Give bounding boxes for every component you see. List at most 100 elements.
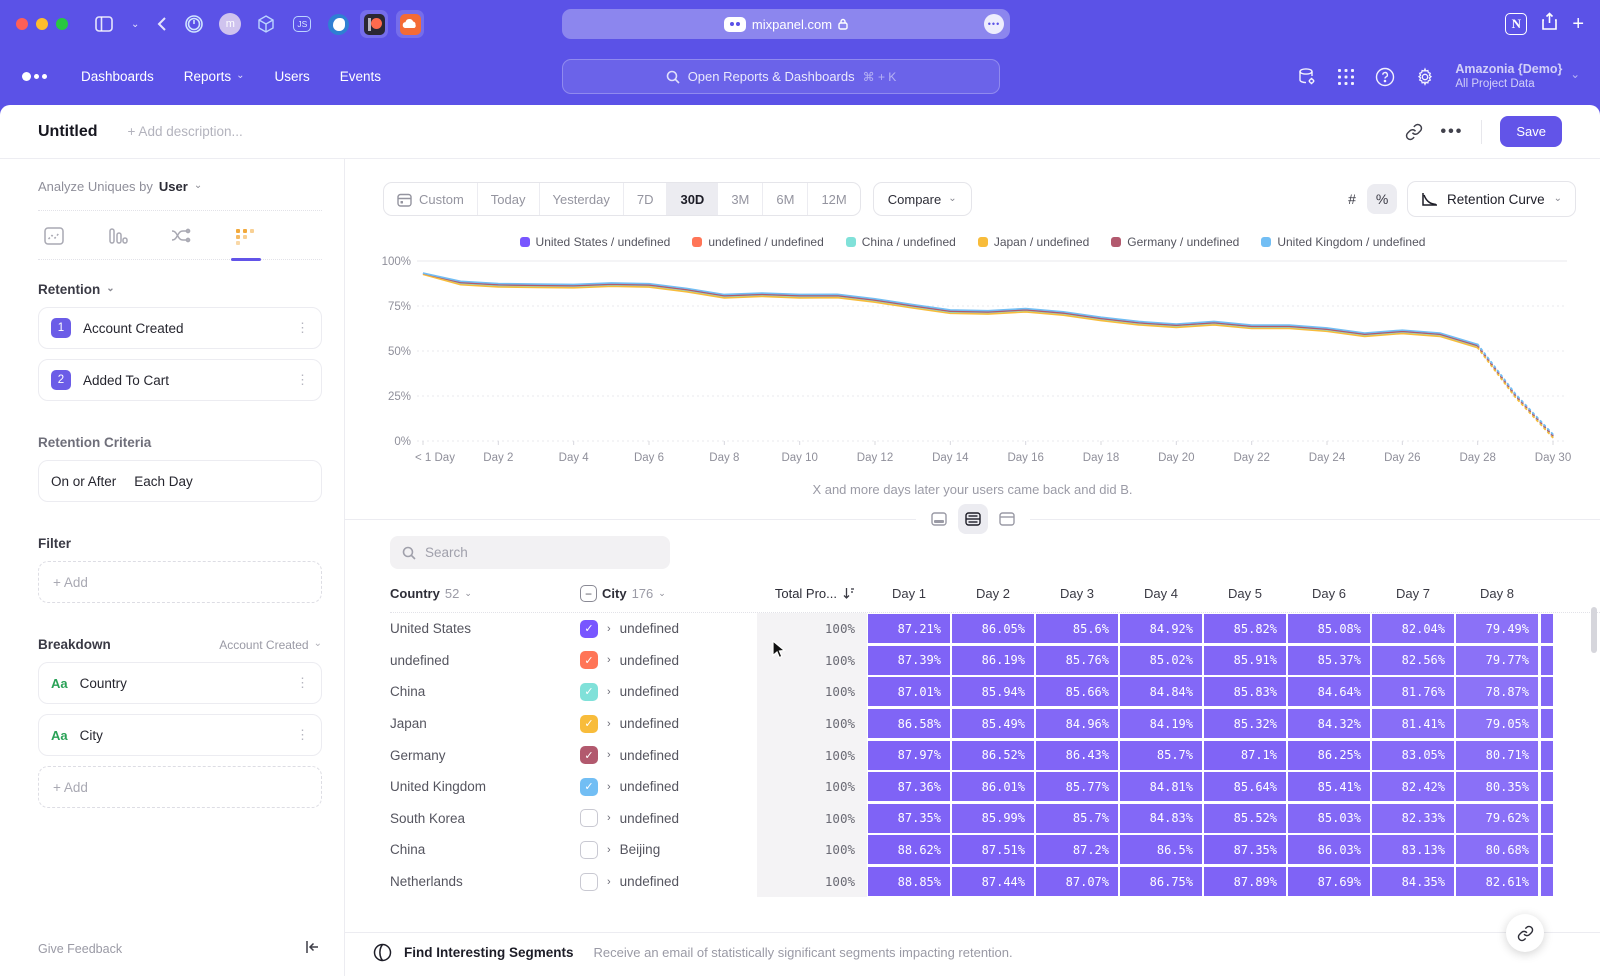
range-today[interactable]: Today xyxy=(478,183,540,215)
retention-criteria-card[interactable]: On or After Each Day xyxy=(38,460,322,502)
retention-value-cell[interactable]: 86.5% xyxy=(1120,835,1202,864)
table-row[interactable]: United States ✓ › undefined 100%87.21%86… xyxy=(390,613,1600,645)
retention-value-cell[interactable]: 83.13% xyxy=(1372,835,1454,864)
retention-value-cell[interactable]: 84.32% xyxy=(1288,709,1370,738)
retention-section-label[interactable]: Retention⌄ xyxy=(38,282,322,297)
notion-icon[interactable]: N xyxy=(1505,13,1527,35)
range-7d[interactable]: 7D xyxy=(624,183,668,215)
retention-value-cell[interactable]: 84.64% xyxy=(1288,677,1370,706)
retention-step-card[interactable]: 2 Added To Cart ⋮ xyxy=(38,359,322,401)
day-column-header[interactable]: Day 1 xyxy=(867,586,951,601)
legend-item[interactable]: China / undefined xyxy=(846,235,956,249)
retention-value-cell[interactable]: 85.02% xyxy=(1120,646,1202,675)
day-column-header[interactable]: Day 2 xyxy=(951,586,1035,601)
expand-row-icon[interactable]: › xyxy=(607,654,611,666)
retention-value-cell[interactable]: 87.07% xyxy=(1036,867,1118,896)
retention-value-cell[interactable]: 84.19% xyxy=(1120,709,1202,738)
nav-dashboards[interactable]: Dashboards xyxy=(81,69,154,84)
tab-flows[interactable] xyxy=(170,227,192,259)
retention-value-cell[interactable]: 86.05% xyxy=(952,614,1034,643)
day-column-header[interactable]: Day 4 xyxy=(1119,586,1203,601)
retention-value-cell[interactable]: 87.2% xyxy=(1036,835,1118,864)
project-selector[interactable]: Amazonia {Demo}All Project Data ⌄ xyxy=(1455,62,1580,92)
range-30d[interactable]: 30D xyxy=(667,183,718,215)
retention-value-cell[interactable]: 86.25% xyxy=(1288,741,1370,770)
retention-value-cell[interactable]: 85.94% xyxy=(952,677,1034,706)
add-breakdown-button[interactable]: + Add xyxy=(38,766,322,808)
mixpanel-logo[interactable] xyxy=(22,72,47,81)
help-icon[interactable] xyxy=(1375,67,1395,87)
expand-row-icon[interactable]: › xyxy=(607,844,611,856)
row-checkbox[interactable] xyxy=(580,873,598,891)
retention-value-cell[interactable]: 78.87% xyxy=(1456,677,1538,706)
table-row[interactable]: China › Beijing 100%88.62%87.51%87.2%86.… xyxy=(390,834,1600,866)
breakdown-property-label[interactable]: City xyxy=(80,728,103,743)
retention-value-cell[interactable]: 80.68% xyxy=(1456,835,1538,864)
collapse-sidebar-icon[interactable] xyxy=(305,940,320,958)
table-search-input[interactable]: Search xyxy=(390,536,670,569)
url-bar[interactable]: mixpanel.com ••• xyxy=(562,9,1010,39)
analyze-value-selector[interactable]: User xyxy=(159,179,188,194)
report-title[interactable]: Untitled xyxy=(38,123,98,141)
range-custom[interactable]: Custom xyxy=(384,183,478,215)
absolute-numbers-toggle[interactable]: # xyxy=(1337,184,1367,214)
table-row[interactable]: China ✓ › undefined 100%87.01%85.94%85.6… xyxy=(390,676,1600,708)
table-row[interactable]: United Kingdom ✓ › undefined 100%87.36%8… xyxy=(390,771,1600,803)
find-segments-title[interactable]: Find Interesting Segments xyxy=(404,945,574,960)
retention-value-cell[interactable]: 82.56% xyxy=(1372,646,1454,675)
day-column-header[interactable]: Day 5 xyxy=(1203,586,1287,601)
tab-retention[interactable] xyxy=(234,227,258,259)
row-checkbox[interactable]: ✓ xyxy=(580,778,598,796)
maximize-window-button[interactable] xyxy=(56,18,68,30)
window-controls[interactable] xyxy=(16,18,68,30)
sidebar-toggle-icon[interactable] xyxy=(95,16,113,32)
url-more-button[interactable]: ••• xyxy=(984,14,1004,34)
retention-value-cell[interactable]: 87.35% xyxy=(868,804,950,833)
settings-gear-icon[interactable] xyxy=(1415,67,1435,87)
more-options-icon[interactable]: ••• xyxy=(1441,123,1464,141)
retention-value-cell[interactable]: 85.41% xyxy=(1288,772,1370,801)
retention-value-cell[interactable]: 83.05% xyxy=(1372,741,1454,770)
retention-value-cell[interactable]: 85.32% xyxy=(1204,709,1286,738)
retention-value-cell[interactable]: 81.41% xyxy=(1372,709,1454,738)
criteria-each-day[interactable]: Each Day xyxy=(134,474,193,489)
range-3m[interactable]: 3M xyxy=(718,183,763,215)
retention-value-cell[interactable]: 85.08% xyxy=(1288,614,1370,643)
nav-users[interactable]: Users xyxy=(274,69,309,84)
retention-value-cell[interactable]: 85.52% xyxy=(1204,804,1286,833)
select-all-checkbox[interactable]: − xyxy=(580,585,597,602)
day-column-header[interactable]: Day 6 xyxy=(1287,586,1371,601)
add-description-button[interactable]: + Add description... xyxy=(128,124,243,139)
patreon-extension-icon[interactable] xyxy=(360,10,388,38)
global-search-input[interactable]: Open Reports & Dashboards ⌘ + K xyxy=(562,59,1000,94)
retention-value-cell[interactable]: 85.7% xyxy=(1120,741,1202,770)
compare-button[interactable]: Compare⌄ xyxy=(873,182,972,216)
retention-value-cell[interactable]: 85.49% xyxy=(952,709,1034,738)
legend-item[interactable]: United States / undefined xyxy=(520,235,671,249)
expand-row-icon[interactable]: › xyxy=(607,781,611,793)
row-checkbox[interactable]: ✓ xyxy=(580,620,598,638)
retention-value-cell[interactable]: 87.97% xyxy=(868,741,950,770)
retention-value-cell[interactable]: 86.19% xyxy=(952,646,1034,675)
retention-value-cell[interactable]: 85.03% xyxy=(1288,804,1370,833)
retention-value-cell[interactable]: 85.6% xyxy=(1036,614,1118,643)
retention-value-cell[interactable]: 85.91% xyxy=(1204,646,1286,675)
split-view-button[interactable] xyxy=(958,504,988,534)
nav-events[interactable]: Events xyxy=(340,69,381,84)
expand-row-icon[interactable]: › xyxy=(607,812,611,824)
retention-value-cell[interactable]: 87.89% xyxy=(1204,867,1286,896)
row-checkbox[interactable]: ✓ xyxy=(580,683,598,701)
retention-value-cell[interactable]: 86.03% xyxy=(1288,835,1370,864)
chevron-down-icon[interactable]: ⌄ xyxy=(131,19,139,30)
retention-value-cell[interactable]: 87.1% xyxy=(1204,741,1286,770)
legend-item[interactable]: undefined / undefined xyxy=(692,235,823,249)
range-12m[interactable]: 12M xyxy=(808,183,859,215)
power-circle-extension-icon[interactable] xyxy=(180,10,208,38)
retention-value-cell[interactable]: 84.92% xyxy=(1120,614,1202,643)
browser-bird-extension-icon[interactable] xyxy=(324,10,352,38)
retention-value-cell[interactable]: 79.49% xyxy=(1456,614,1538,643)
chart-only-view-button[interactable] xyxy=(924,504,954,534)
save-button[interactable]: Save xyxy=(1500,116,1562,147)
row-checkbox[interactable] xyxy=(580,809,598,827)
legend-item[interactable]: United Kingdom / undefined xyxy=(1261,235,1425,249)
